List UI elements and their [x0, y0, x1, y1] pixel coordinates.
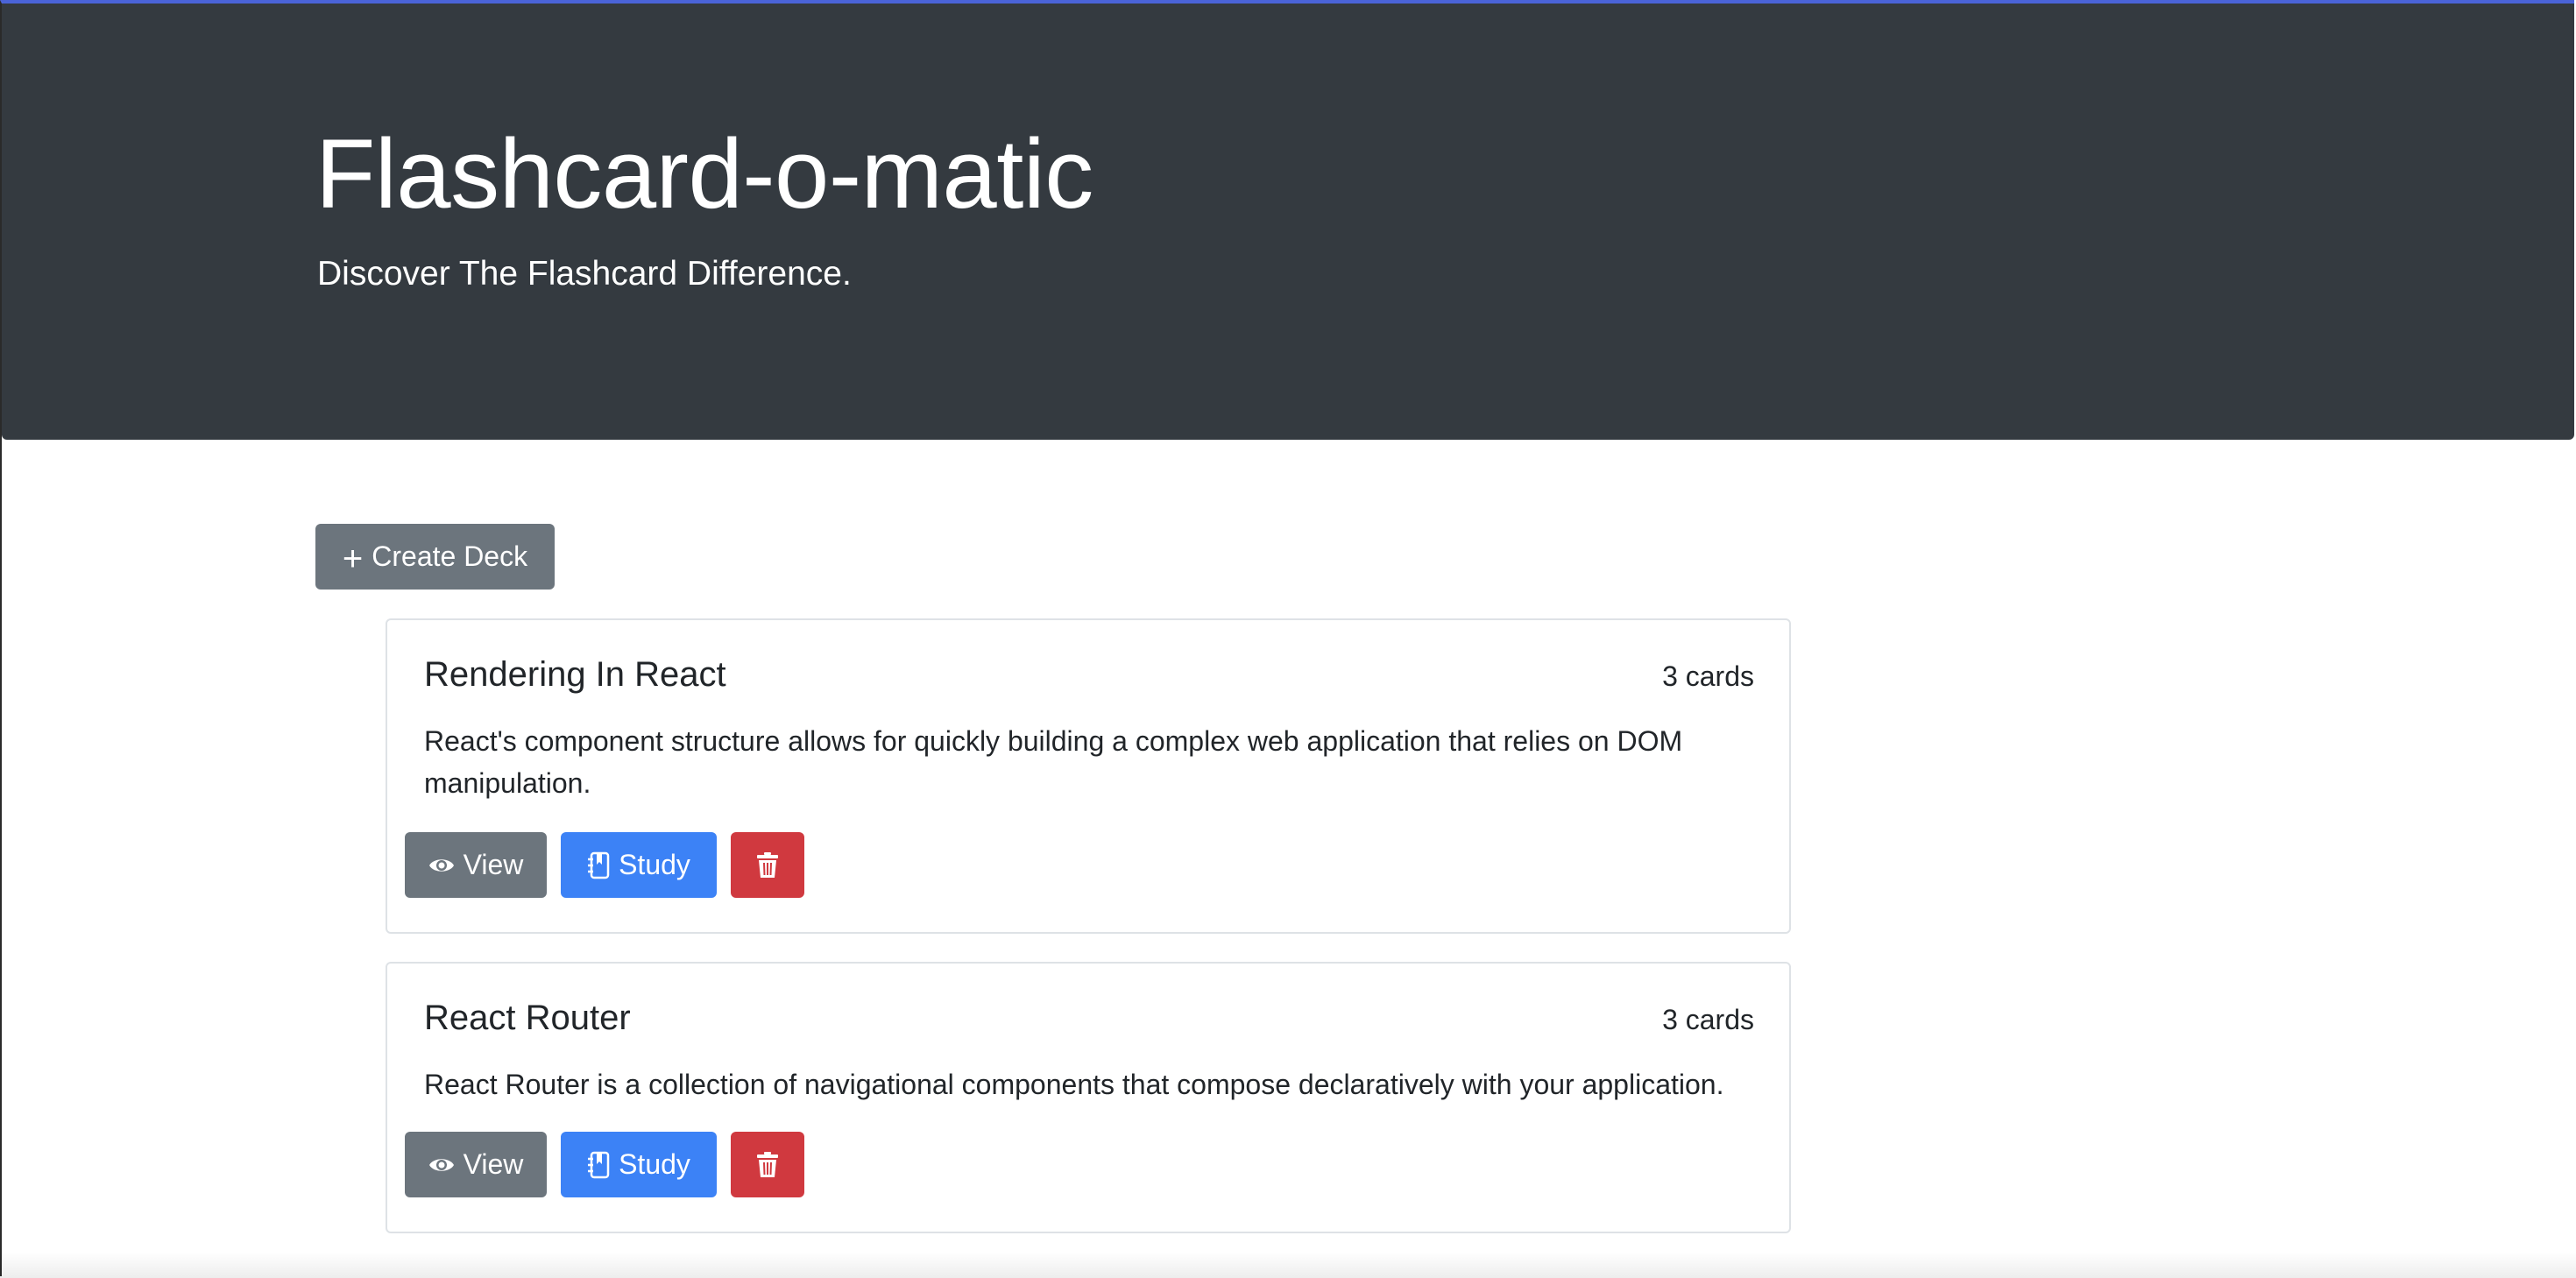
trash-icon	[756, 1151, 779, 1178]
deck-actions: View Study	[405, 1132, 804, 1197]
app-title: Flashcard-o-matic	[315, 119, 1093, 229]
eye-icon	[428, 856, 455, 875]
plus-icon: +	[342, 539, 364, 578]
deck-description: React's component structure allows for q…	[424, 725, 1683, 799]
study-deck-button[interactable]: Study	[561, 1132, 717, 1197]
deck-name: React Router	[424, 999, 631, 1037]
scroll-shadow	[0, 1252, 2576, 1278]
study-label: Study	[619, 1148, 690, 1180]
app-subtitle: Discover The Flashcard Difference.	[317, 255, 852, 293]
deck-actions: View Study	[405, 832, 804, 898]
view-label: View	[463, 1148, 524, 1180]
deck-card: React Router 3 cards React Router is a c…	[386, 962, 1791, 1233]
study-label: Study	[619, 849, 690, 880]
deck-card: Rendering In React 3 cards React's compo…	[386, 618, 1791, 934]
delete-deck-button[interactable]	[731, 1132, 804, 1197]
view-deck-button[interactable]: View	[405, 832, 547, 898]
journal-bookmark-icon	[587, 1151, 610, 1179]
create-deck-label: Create Deck	[372, 540, 528, 572]
journal-bookmark-icon	[587, 851, 610, 879]
deck-card-count: 3 cards	[1662, 1004, 1754, 1035]
deck-name: Rendering In React	[424, 655, 726, 694]
trash-icon	[756, 851, 779, 879]
eye-icon	[428, 1155, 455, 1175]
deck-description: React Router is a collection of navigati…	[424, 1069, 1724, 1100]
study-deck-button[interactable]: Study	[561, 832, 717, 898]
deck-card-count: 3 cards	[1662, 660, 1754, 692]
create-deck-button[interactable]: + Create Deck	[315, 524, 555, 590]
view-deck-button[interactable]: View	[405, 1132, 547, 1197]
header-banner: Flashcard-o-matic Discover The Flashcard…	[2, 4, 2574, 440]
delete-deck-button[interactable]	[731, 832, 804, 898]
view-label: View	[463, 849, 524, 880]
